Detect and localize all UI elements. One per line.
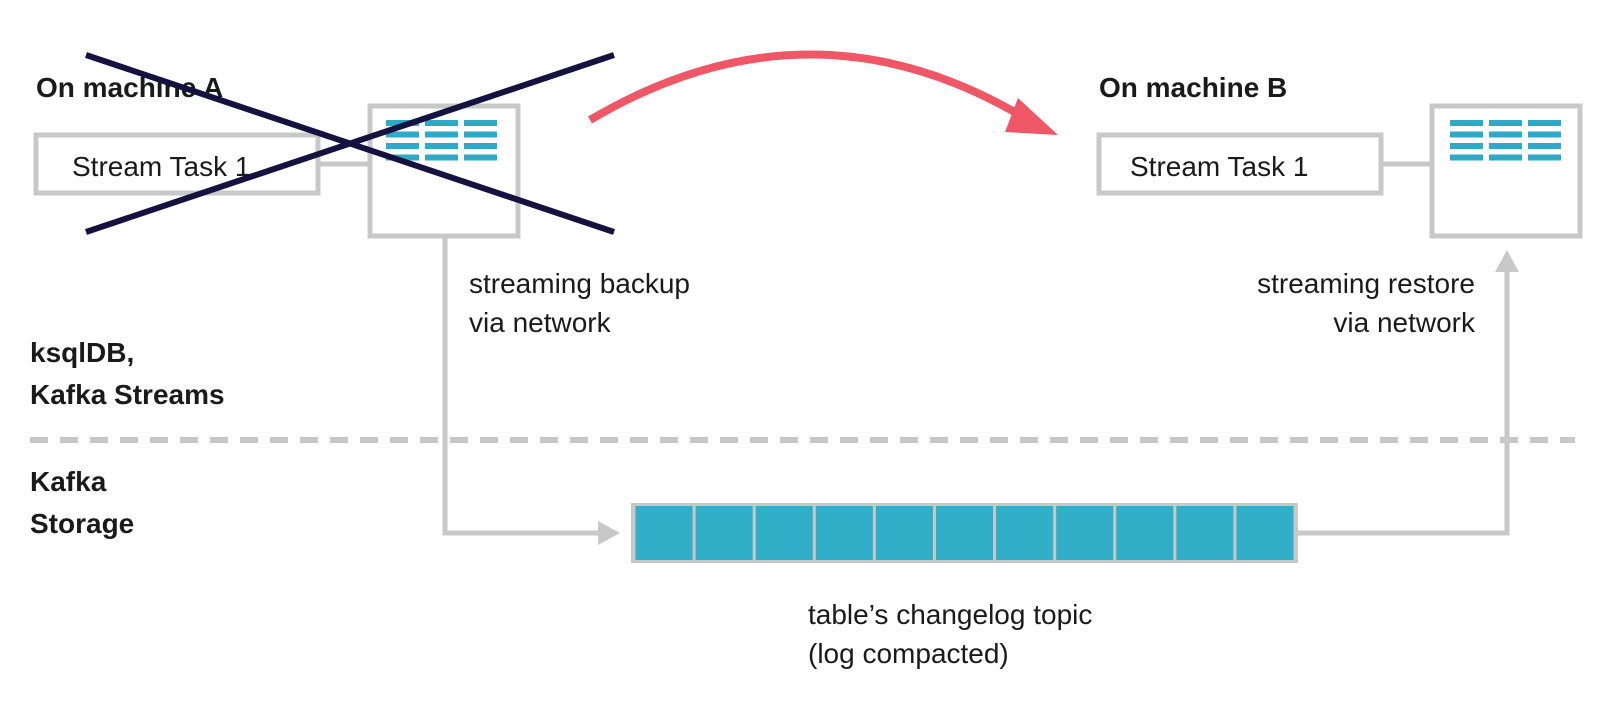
state-migration-diagram: ksqlDB, Kafka Streams Kafka Storage On m… [30,50,1583,669]
state-store-row-bar [425,120,458,126]
machine-b-task-label: Stream Task 1 [1130,151,1308,182]
state-store-row-bar [1489,143,1522,149]
changelog-label-line2: (log compacted) [808,638,1009,669]
backup-label-line2: via network [469,307,612,338]
state-store-row-bar [1528,120,1561,126]
state-store-row-bar [464,120,497,126]
state-store-row-bar [464,143,497,149]
backup-arrowhead-icon [598,521,620,545]
changelog-segment [1176,506,1234,560]
machine-a-task-label: Stream Task 1 [72,151,250,182]
state-store-row-bar [464,154,497,161]
layer-label-ksqldb: ksqlDB, [30,337,134,368]
changelog-segment [815,506,873,560]
state-store-row-bar [1489,154,1522,161]
changelog-segment [695,506,753,560]
restore-label-line1: streaming restore [1257,268,1475,299]
state-store-row-bar [1489,120,1522,126]
state-store-row-bar [425,154,458,161]
changelog-segment [635,506,693,560]
changelog-segment [935,506,994,560]
layer-label-storage: Storage [30,508,134,539]
restore-arrowhead-icon [1495,250,1519,272]
backup-label-line1: streaming backup [469,268,690,299]
changelog-segments [635,506,1294,560]
restore-label-line2: via network [1333,307,1476,338]
state-store-row-bar [425,143,458,149]
state-store-row-bar [1528,143,1561,149]
layer-label-kafka: Kafka [30,466,107,497]
machine-a-title: On machine A [36,72,223,103]
changelog-segment [755,506,813,560]
state-store-row-bar [1528,131,1561,138]
changelog-segment [996,506,1054,560]
changelog-segment [875,506,933,560]
changelog-segment [1116,506,1174,560]
curved-arrow-icon [587,50,1058,135]
layer-label-kafka-streams: Kafka Streams [30,379,225,410]
changelog-segment [1056,506,1114,560]
state-store-row-bar [1450,143,1483,149]
state-store-row-bar [1450,154,1483,161]
state-store-row-bar [425,131,458,138]
state-store-row-bar [1450,120,1483,126]
changelog-segment [1236,506,1294,560]
state-store-row-bar [464,131,497,138]
changelog-label-line1: table’s changelog topic [808,599,1092,630]
state-store-row-bar [1528,154,1561,161]
state-store-row-bar [386,143,419,149]
machine-b-title: On machine B [1099,72,1287,103]
state-store-row-bar [1489,131,1522,138]
state-store-row-bar [1450,131,1483,138]
